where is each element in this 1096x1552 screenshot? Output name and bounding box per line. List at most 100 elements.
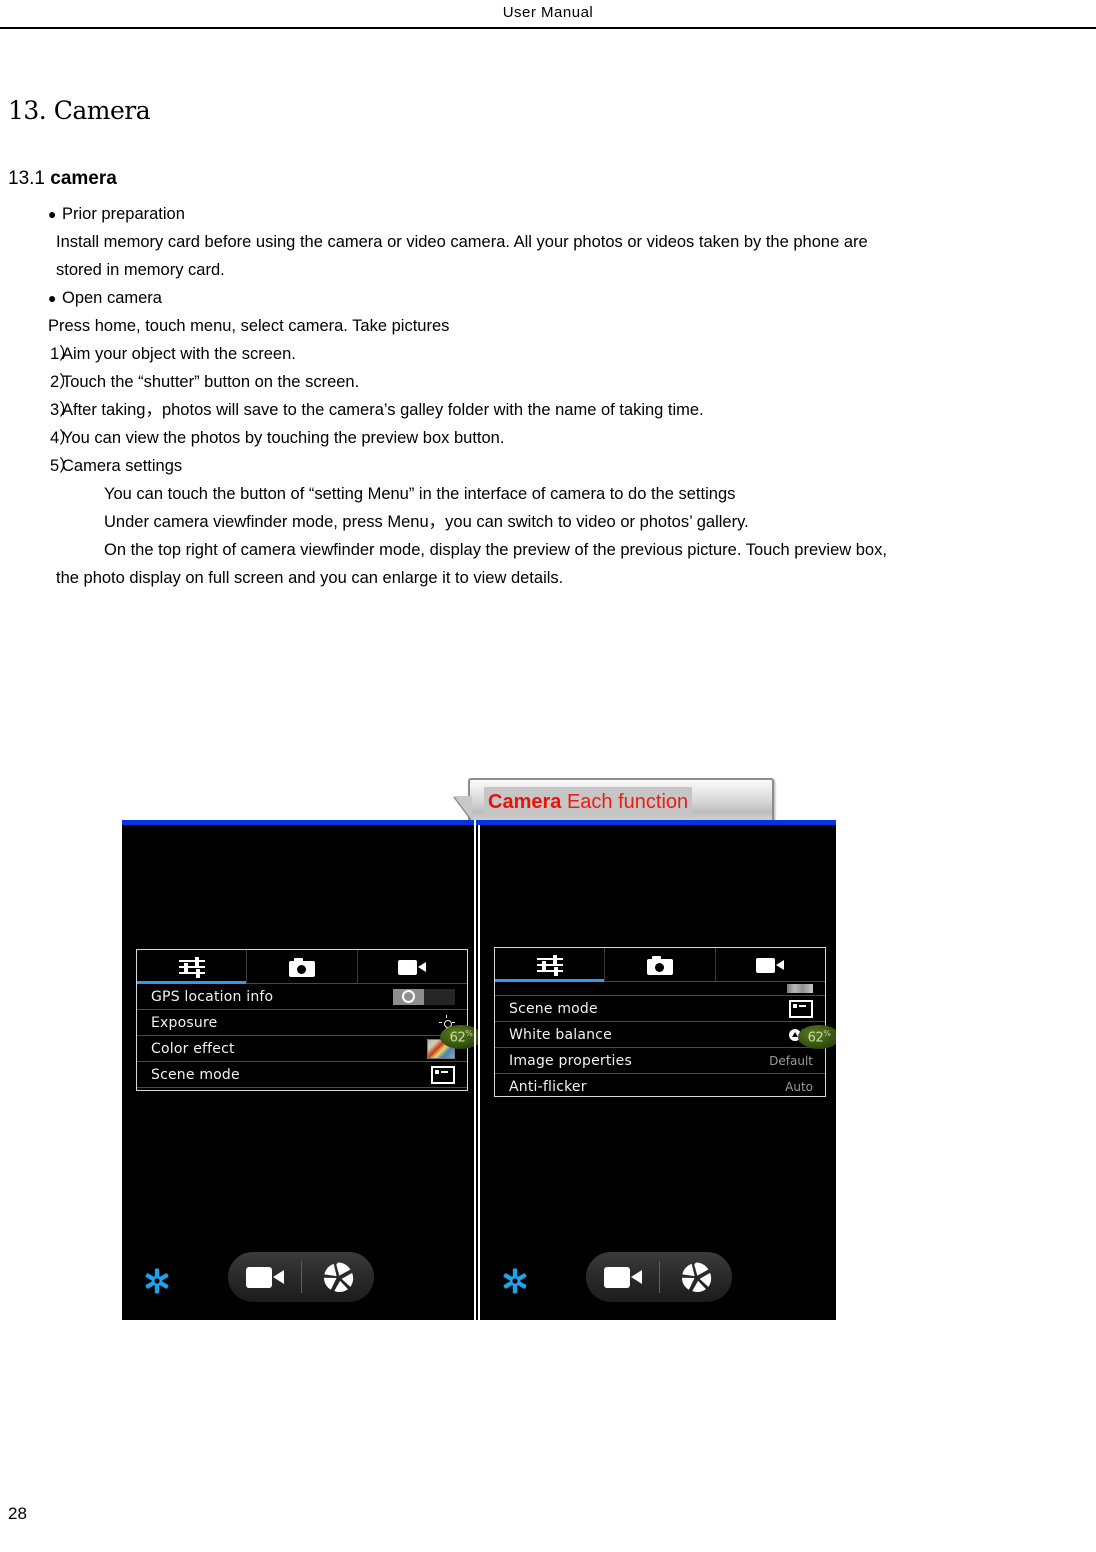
gear-icon[interactable] [502, 1268, 528, 1294]
step-item: 3） After taking，photos will save to the … [0, 396, 1096, 424]
setting-label: Exposure [151, 1014, 218, 1031]
battery-badge-left: 62% [440, 1025, 478, 1049]
bullet-open-camera: ● Open camera [0, 284, 1096, 312]
shutter-button[interactable] [659, 1260, 732, 1294]
setting-row-exposure[interactable]: Exposure [137, 1010, 467, 1036]
shutter-aperture-icon [681, 1262, 711, 1292]
step-text: Camera settings [62, 457, 183, 475]
battery-percent-unit: % [465, 1028, 473, 1038]
setting-label: Anti-flicker [509, 1078, 587, 1095]
camera-settings-figure: GPS location info Exposure Color effect … [122, 820, 836, 1320]
settings-tab-bar [495, 948, 825, 982]
video-camera-icon [398, 959, 427, 975]
setting-row-white-balance[interactable]: White balance W [495, 1022, 825, 1048]
capture-mode-pill-left [228, 1252, 374, 1302]
setting-value: Default [769, 1053, 813, 1068]
tab-video[interactable] [357, 950, 467, 984]
camera-settings-panel-left: GPS location info Exposure Color effect … [136, 949, 468, 1091]
step-item: 4） You can view the photos by touching t… [0, 424, 1096, 452]
step-item: 2） Touch the “shutter” button on the scr… [0, 368, 1096, 396]
settings-row-list-left: GPS location info Exposure Color effect … [137, 984, 467, 1090]
tab-video[interactable] [715, 948, 825, 982]
section-heading: 13.1 camera [8, 168, 117, 190]
shutter-button[interactable] [301, 1260, 374, 1294]
paragraph-install-memory: Install memory card before using the cam… [0, 228, 1096, 256]
sub-line-preview-box-text: On the top right of camera viewfinder mo… [104, 541, 887, 559]
setting-row-scene-mode[interactable]: Scene mode [137, 1062, 467, 1088]
setting-row-partial-scrolled[interactable] [495, 982, 825, 996]
step-index: 3） [50, 401, 76, 419]
camera-icon [646, 955, 673, 975]
setting-label: GPS location info [151, 988, 274, 1005]
callout-leader-line [474, 820, 476, 1320]
partial-row-icon [787, 984, 813, 993]
page-header: User Manual [0, 0, 1096, 28]
page-number: 28 [8, 1504, 27, 1523]
paragraph-line-1: Install memory card before using the cam… [56, 233, 868, 251]
pill-divider [301, 1261, 302, 1293]
step-text: Aim your object with the screen. [62, 345, 296, 363]
sub-line-viewfinder-mode: Under camera viewfinder mode, press Menu… [104, 513, 749, 531]
sliders-icon [536, 955, 563, 976]
callout-rest-text: Each function [561, 791, 689, 813]
camera-icon [288, 957, 315, 977]
callout-tail-icon [454, 796, 472, 820]
tab-settings[interactable] [495, 948, 606, 982]
step-item: 1） Aim your object with the screen. [0, 340, 1096, 368]
gps-toggle-switch[interactable] [393, 988, 455, 1005]
body-content: ● Prior preparation Install memory card … [0, 200, 1096, 592]
video-camera-icon [245, 1266, 284, 1288]
step-index: 1） [50, 345, 76, 363]
callout-label: Camera Each function [484, 787, 693, 818]
step-index: 5） [50, 457, 76, 475]
line-press-home: Press home, touch menu, select camera. T… [48, 317, 450, 335]
video-camera-icon [603, 1266, 642, 1288]
tab-settings[interactable] [137, 950, 248, 984]
phone-screenshot-left: GPS location info Exposure Color effect … [122, 825, 478, 1320]
callout-bubble: Camera Each function [454, 778, 774, 824]
section-name: camera [50, 168, 117, 189]
step-text: After taking，photos will save to the cam… [62, 401, 704, 419]
step-text: Touch the “shutter” button on the screen… [62, 373, 360, 391]
setting-row-anti-flicker[interactable]: Anti-flicker Auto [495, 1074, 825, 1096]
phone-screenshot-right: Scene mode White balance W Image propert… [480, 825, 836, 1320]
camera-bottom-controls-right [480, 1248, 836, 1304]
step-index: 4） [50, 429, 76, 447]
pill-divider [659, 1261, 660, 1293]
sub-line-preview-box: On the top right of camera viewfinder mo… [0, 536, 1096, 592]
camera-bottom-controls-left [122, 1248, 478, 1304]
scene-mode-icon [789, 999, 813, 1018]
sliders-icon [178, 957, 205, 978]
setting-label: Image properties [509, 1052, 632, 1069]
tab-camera[interactable] [605, 948, 716, 982]
bullet-label: Prior preparation [62, 205, 185, 223]
setting-row-image-properties[interactable]: Image properties Default [495, 1048, 825, 1074]
bullet-dot-icon: ● [48, 206, 57, 222]
setting-row-gps-location-info[interactable]: GPS location info [137, 984, 467, 1010]
setting-row-white-balance[interactable]: White balance W [137, 1088, 467, 1090]
callout-bold-text: Camera [488, 791, 562, 813]
video-camera-icon [756, 957, 785, 973]
settings-tab-bar [137, 950, 467, 984]
camera-settings-panel-right: Scene mode White balance W Image propert… [494, 947, 826, 1097]
setting-row-scene-mode[interactable]: Scene mode [495, 996, 825, 1022]
setting-row-color-effect[interactable]: Color effect [137, 1036, 467, 1062]
step-index: 2） [50, 373, 76, 391]
battery-percent-value: 62 [807, 1030, 824, 1046]
tab-camera[interactable] [247, 950, 358, 984]
sub-line-preview-box-cont: the photo display on full screen and you… [56, 569, 564, 587]
bullet-dot-icon: ● [48, 290, 57, 306]
shutter-aperture-icon [323, 1262, 353, 1292]
scene-mode-icon [431, 1065, 455, 1084]
setting-label: White balance [509, 1026, 612, 1043]
video-record-button[interactable] [228, 1266, 301, 1288]
paragraph-install-memory-cont: stored in memory card. [56, 261, 225, 279]
gear-icon[interactable] [144, 1268, 170, 1294]
video-record-button[interactable] [586, 1266, 659, 1288]
settings-row-list-right: Scene mode White balance W Image propert… [495, 982, 825, 1096]
chapter-heading: 13. Camera [8, 96, 151, 125]
sub-line-setting-menu: You can touch the button of “setting Men… [104, 485, 736, 503]
battery-percent-unit: % [823, 1028, 831, 1038]
section-number: 13.1 [8, 168, 51, 189]
bullet-prior-preparation: ● Prior preparation [0, 200, 1096, 228]
